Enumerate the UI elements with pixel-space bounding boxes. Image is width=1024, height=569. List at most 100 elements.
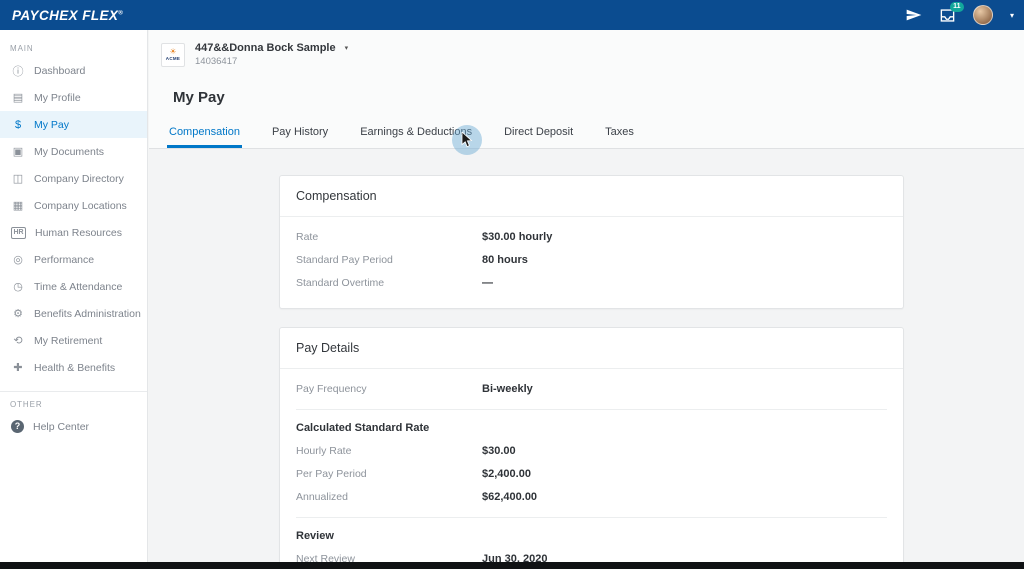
row-value: Bi-weekly xyxy=(482,383,533,395)
sidebar-item-label: Benefits Administration xyxy=(34,308,141,320)
sidebar: MAIN ⓘ Dashboard ▤ My Profile $ My Pay ▣… xyxy=(0,30,148,562)
card-body: Pay Frequency Bi-weekly Calculated Stand… xyxy=(280,369,903,562)
row-value: — xyxy=(482,277,493,289)
sidebar-item-my-pay[interactable]: $ My Pay xyxy=(0,111,147,138)
sidebar-item-label: Health & Benefits xyxy=(34,362,115,374)
sidebar-item-time-attendance[interactable]: ◷ Time & Attendance xyxy=(0,273,147,300)
sidebar-item-label: Performance xyxy=(34,254,94,266)
main-content: ☀ ACME 447&&Donna Bock Sample ▾ 14036417… xyxy=(149,30,1024,562)
tab-direct-deposit[interactable]: Direct Deposit xyxy=(502,122,575,148)
sidebar-item-benefits-administration[interactable]: ⚙ Benefits Administration xyxy=(0,300,147,327)
section-heading: Calculated Standard Rate xyxy=(296,419,887,439)
info-row-standard-pay-period: Standard Pay Period 80 hours xyxy=(296,248,887,271)
sidebar-item-help-center[interactable]: ? Help Center xyxy=(0,413,147,440)
sidebar-item-human-resources[interactable]: HR Human Resources xyxy=(0,219,147,246)
section-heading: Review xyxy=(296,527,887,547)
card-title: Compensation xyxy=(280,176,903,217)
company-id: 14036417 xyxy=(195,56,348,67)
sidebar-item-label: Dashboard xyxy=(34,65,85,77)
sidebar-item-my-retirement[interactable]: ⟲ My Retirement xyxy=(0,327,147,354)
brand-text: PAYCHEX FLEX xyxy=(12,8,118,23)
info-row-rate: Rate $30.00 hourly xyxy=(296,225,887,248)
performance-icon: ◎ xyxy=(11,253,25,266)
pay-details-card: Pay Details Pay Frequency Bi-weekly Calc… xyxy=(279,327,904,562)
topbar: PAYCHEX FLEX® 11 ▾ xyxy=(0,0,1024,30)
sidebar-item-company-directory[interactable]: ◫ Company Directory xyxy=(0,165,147,192)
gear-icon: ⚙ xyxy=(11,307,25,320)
tab-taxes[interactable]: Taxes xyxy=(603,122,636,148)
topbar-actions: 11 ▾ xyxy=(906,5,1014,25)
building-icon: ▦ xyxy=(11,199,25,212)
directory-icon: ◫ xyxy=(11,172,25,185)
sidebar-item-label: Help Center xyxy=(33,421,89,433)
company-info: 447&&Donna Bock Sample ▾ 14036417 xyxy=(195,42,348,67)
mouse-cursor xyxy=(452,125,482,155)
sidebar-item-dashboard[interactable]: ⓘ Dashboard xyxy=(0,57,147,84)
calculated-standard-rate-section: Calculated Standard Rate Hourly Rate $30… xyxy=(296,409,887,508)
clock-icon: ◷ xyxy=(11,280,25,293)
registered-mark: ® xyxy=(118,10,123,16)
row-value: Jun 30, 2020 xyxy=(482,553,547,563)
sidebar-section-other: OTHER xyxy=(0,394,147,413)
page-title: My Pay xyxy=(173,89,1024,106)
row-label: Pay Frequency xyxy=(296,383,482,395)
card-body: Rate $30.00 hourly Standard Pay Period 8… xyxy=(280,217,903,308)
sidebar-item-label: My Profile xyxy=(34,92,81,104)
company-selector[interactable]: 447&&Donna Bock Sample ▾ xyxy=(195,42,348,54)
row-label: Annualized xyxy=(296,491,482,503)
paper-plane-icon[interactable] xyxy=(906,8,922,22)
tab-panel-compensation: Compensation Rate $30.00 hourly Standard… xyxy=(149,149,1024,562)
hr-icon: HR xyxy=(11,227,26,239)
sidebar-item-label: Company Locations xyxy=(34,200,127,212)
info-row-hourly-rate: Hourly Rate $30.00 xyxy=(296,439,887,462)
dollar-icon: $ xyxy=(11,119,25,131)
info-row-standard-overtime: Standard Overtime — xyxy=(296,271,887,294)
inbox-icon[interactable]: 11 xyxy=(939,8,956,23)
tab-bar: Compensation Pay History Earnings & Dedu… xyxy=(167,122,1024,148)
row-value: $30.00 xyxy=(482,445,516,457)
company-header: ☀ ACME 447&&Donna Bock Sample ▾ 14036417 xyxy=(149,30,1024,67)
pay-frequency-section: Pay Frequency Bi-weekly xyxy=(296,377,887,400)
tab-pay-history[interactable]: Pay History xyxy=(270,122,330,148)
dashboard-icon: ⓘ xyxy=(11,63,25,79)
profile-card-icon: ▤ xyxy=(11,91,25,104)
sidebar-item-my-profile[interactable]: ▤ My Profile xyxy=(0,84,147,111)
sidebar-item-label: My Documents xyxy=(34,146,104,158)
sidebar-section-main: MAIN xyxy=(0,38,147,57)
card-title: Pay Details xyxy=(280,328,903,369)
row-value: $62,400.00 xyxy=(482,491,537,503)
row-label: Hourly Rate xyxy=(296,445,482,457)
paychex-flex-app: PAYCHEX FLEX® 11 ▾ MAIN ⓘ Dashboard ▤ xyxy=(0,0,1024,569)
sidebar-item-label: My Retirement xyxy=(34,335,102,347)
company-caret-icon[interactable]: ▾ xyxy=(345,44,349,52)
info-row-next-review: Next Review Jun 30, 2020 xyxy=(296,547,887,562)
sidebar-item-health-benefits[interactable]: ✚ Health & Benefits xyxy=(0,354,147,381)
row-label: Next Review xyxy=(296,553,482,563)
avatar[interactable] xyxy=(973,5,993,25)
company-logo-mark: ☀ xyxy=(169,48,176,56)
company-name: 447&&Donna Bock Sample xyxy=(195,42,336,54)
sidebar-item-my-documents[interactable]: ▣ My Documents xyxy=(0,138,147,165)
sidebar-item-company-locations[interactable]: ▦ Company Locations xyxy=(0,192,147,219)
row-label: Standard Overtime xyxy=(296,277,482,289)
compensation-card: Compensation Rate $30.00 hourly Standard… xyxy=(279,175,904,309)
inbox-badge: 11 xyxy=(950,2,964,12)
row-label: Per Pay Period xyxy=(296,468,482,480)
tab-compensation[interactable]: Compensation xyxy=(167,122,242,148)
company-logo: ☀ ACME xyxy=(161,43,185,67)
sidebar-item-label: Time & Attendance xyxy=(34,281,122,293)
document-icon: ▣ xyxy=(11,145,25,158)
sidebar-item-performance[interactable]: ◎ Performance xyxy=(0,246,147,273)
company-logo-text: ACME xyxy=(166,56,180,61)
info-row-annualized: Annualized $62,400.00 xyxy=(296,485,887,508)
paychex-flex-logo: PAYCHEX FLEX® xyxy=(12,8,123,23)
sidebar-item-label: Company Directory xyxy=(34,173,124,185)
sidebar-item-label: My Pay xyxy=(34,119,69,131)
row-value: $2,400.00 xyxy=(482,468,531,480)
letterbox-bar xyxy=(0,562,1024,569)
review-section: Review Next Review Jun 30, 2020 xyxy=(296,517,887,562)
sidebar-divider xyxy=(0,391,147,392)
chevron-down-icon[interactable]: ▾ xyxy=(1010,11,1014,20)
sidebar-item-label: Human Resources xyxy=(35,227,122,239)
row-value: 80 hours xyxy=(482,254,528,266)
